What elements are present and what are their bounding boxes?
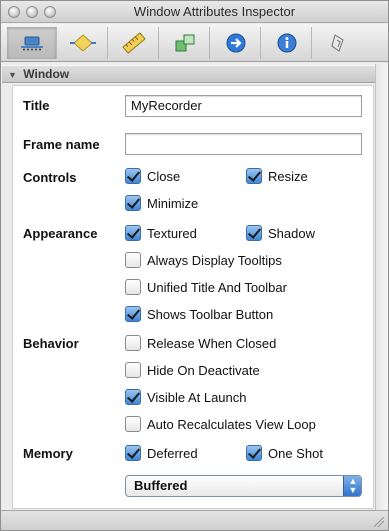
title-bar[interactable]: Window Attributes Inspector [1,1,388,23]
checkbox-unchecked-icon [125,416,141,432]
memory-label: Memory [23,446,73,461]
visible-at-launch-checkbox[interactable]: Visible At Launch [125,389,247,405]
checkbox-unchecked-icon [125,279,141,295]
frame-name-label: Frame name [23,137,100,152]
inspector-window: Window Attributes Inspector ▼ Window Tit… [0,0,389,531]
disclosure-triangle-icon[interactable]: ▼ [8,70,17,80]
toolbar-button-checkbox[interactable]: Shows Toolbar Button [125,306,273,322]
checkbox-checked-icon [125,445,141,461]
deferred-checkbox-label: Deferred [147,445,198,461]
checkbox-checked-icon [125,168,141,184]
connections-arrow-icon [226,33,245,53]
backing-store-value: Buffered [134,478,188,493]
backing-store-popup[interactable]: Buffered ▲▼ [125,475,362,497]
close-checkbox[interactable]: Close [125,168,180,184]
checkbox-checked-icon [246,225,262,241]
applescript-icon [331,34,344,52]
close-checkbox-label: Close [147,168,181,184]
tab-size[interactable] [109,27,159,59]
attributes-panel: Title MyRecorder Frame name Controls Clo… [12,85,374,509]
checkbox-checked-icon [125,195,141,211]
inspector-toolbar [1,24,388,62]
tab-connections[interactable] [211,27,261,59]
behavior-label: Behavior [23,336,79,351]
textured-checkbox-label: Textured [147,225,197,241]
title-label: Title [23,98,50,113]
tab-info[interactable] [262,27,312,59]
tab-attributes[interactable] [7,27,57,59]
auto-recalculates-checkbox[interactable]: Auto Recalculates View Loop [125,416,316,432]
checkbox-unchecked-icon [125,362,141,378]
checkbox-checked-icon [246,168,262,184]
textured-checkbox[interactable]: Textured [125,225,197,241]
minimize-checkbox[interactable]: Minimize [125,195,198,211]
visible-checkbox-label: Visible At Launch [147,389,247,405]
bindings-icon [175,34,194,52]
tooltips-checkbox-label: Always Display Tooltips [147,252,282,268]
release-when-closed-checkbox[interactable]: Release When Closed [125,335,276,351]
checkbox-unchecked-icon [125,252,141,268]
window-title: Window Attributes Inspector [133,4,296,19]
one-shot-checkbox[interactable]: One Shot [246,445,323,461]
resize-checkbox-label: Resize [268,168,308,184]
hide-checkbox-label: Hide On Deactivate [147,362,260,378]
checkbox-checked-icon [125,306,141,322]
attributes-icon [20,36,43,51]
checkbox-checked-icon [125,389,141,405]
checkbox-checked-icon [246,445,262,461]
checkbox-checked-icon [125,225,141,241]
deferred-checkbox[interactable]: Deferred [125,445,198,461]
resize-grip-icon[interactable] [374,517,384,527]
minimize-checkbox-label: Minimize [147,195,199,211]
checkbox-unchecked-icon [125,335,141,351]
unified-title-toolbar-checkbox[interactable]: Unified Title And Toolbar [125,279,287,295]
tooltips-checkbox[interactable]: Always Display Tooltips [125,252,282,268]
appearance-label: Appearance [23,226,98,241]
info-icon [277,33,296,53]
toolbar-button-checkbox-label: Shows Toolbar Button [147,306,274,322]
resize-checkbox[interactable]: Resize [246,168,308,184]
section-title: Window [23,67,70,81]
popup-arrows-icon: ▲▼ [343,476,361,496]
bottom-status-bar [1,510,388,530]
recalc-checkbox-label: Auto Recalculates View Loop [147,416,316,432]
effects-icon [69,34,96,52]
release-checkbox-label: Release When Closed [147,335,277,351]
tab-effects[interactable] [58,27,108,59]
size-ruler-icon [121,32,146,54]
hide-on-deactivate-checkbox[interactable]: Hide On Deactivate [125,362,260,378]
frame-name-field[interactable] [125,133,362,155]
window-section-header[interactable]: ▼ Window [2,65,375,83]
tab-applescript[interactable] [313,27,363,59]
shadow-checkbox[interactable]: Shadow [246,225,315,241]
oneshot-checkbox-label: One Shot [268,445,323,461]
vertical-scrollbar[interactable] [375,64,388,512]
popup-arrows-glyph: ▲▼ [348,476,358,495]
controls-label: Controls [23,170,77,185]
title-field[interactable]: MyRecorder [125,95,362,117]
unified-checkbox-label: Unified Title And Toolbar [147,279,287,295]
shadow-checkbox-label: Shadow [268,225,315,241]
tab-bindings[interactable] [160,27,210,59]
